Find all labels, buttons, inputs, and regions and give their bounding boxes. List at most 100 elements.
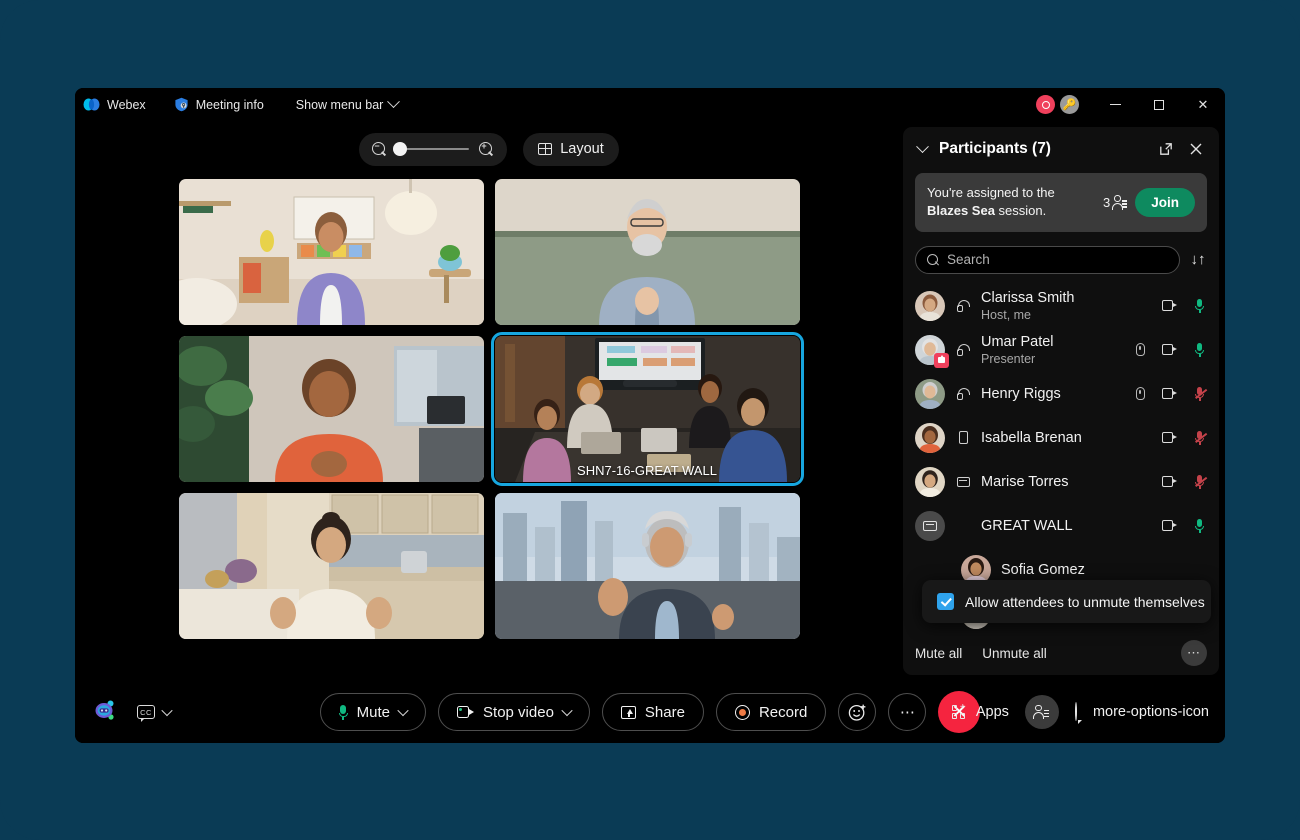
video-status[interactable] — [1155, 520, 1185, 532]
zoom-out-icon[interactable]: − — [372, 141, 387, 157]
headset-icon — [957, 300, 970, 313]
control-bar-right: + Apps more-options-icon — [951, 695, 1209, 729]
mic-status[interactable] — [1185, 474, 1215, 489]
window-body: − + Layout SHN7-16-GREAT WALL Participan… — [75, 121, 1225, 681]
participant-identity: Umar Patel Presenter — [981, 333, 1115, 367]
desk-device-icon — [956, 476, 970, 487]
sort-participants-button[interactable]: ↓↑ — [1189, 251, 1207, 268]
device-type-icon — [955, 388, 971, 401]
record-button[interactable]: Record — [715, 693, 827, 731]
minimize-button[interactable] — [1093, 88, 1137, 121]
participant-name: Clarissa Smith — [981, 289, 1075, 306]
participant-identity: Isabella Brenan — [981, 429, 1115, 447]
participant-row[interactable]: Umar Patel Presenter — [915, 328, 1215, 372]
avatar-image — [915, 466, 945, 497]
apps-button[interactable]: + Apps — [951, 703, 1009, 720]
participant-row[interactable]: Isabella Brenan — [915, 416, 1215, 460]
allow-unmute-tooltip[interactable]: Allow attendees to unmute themselves — [922, 580, 1211, 623]
checkbox-checked-icon[interactable] — [937, 593, 954, 610]
breakout-session-banner: You're assigned to the Blazes Sea sessio… — [915, 173, 1207, 232]
mic-status[interactable] — [1185, 386, 1215, 401]
mic-status[interactable] — [1185, 518, 1215, 533]
video-status[interactable] — [1155, 432, 1185, 444]
mute-button[interactable]: Mute — [319, 693, 427, 731]
video-feed — [178, 179, 484, 325]
join-breakout-button[interactable]: Join — [1135, 187, 1195, 217]
mic-status[interactable] — [1185, 342, 1215, 357]
webex-brand[interactable]: Webex — [83, 88, 146, 121]
share-button[interactable]: Share — [601, 693, 704, 731]
participant-identity: Clarissa Smith Host, me — [981, 289, 1115, 323]
mute-all-button[interactable]: Mute all — [915, 646, 962, 661]
remote-control-status[interactable] — [1125, 343, 1155, 357]
video-tile[interactable] — [494, 493, 800, 639]
avatar-image — [915, 422, 945, 453]
chevron-down-icon[interactable] — [561, 704, 573, 717]
search-input[interactable] — [947, 252, 1168, 268]
zoom-slider-handle[interactable] — [393, 142, 408, 156]
reactions-button[interactable] — [838, 693, 877, 731]
avatar — [915, 290, 945, 321]
participants-list[interactable]: Clarissa Smith Host, me Umar Patel Prese… — [903, 284, 1219, 631]
encryption-key-icon[interactable]: 🔑 — [1060, 95, 1079, 114]
video-feed — [178, 493, 484, 639]
video-tile[interactable] — [178, 179, 484, 325]
search-box[interactable] — [915, 245, 1180, 274]
collapse-panel-button[interactable] — [913, 139, 931, 158]
camera-on-icon — [1162, 432, 1178, 444]
recording-indicator-icon[interactable] — [1036, 95, 1055, 114]
more-panels-button[interactable]: more-options-icon — [1093, 704, 1209, 720]
ai-assistant-button[interactable] — [93, 699, 117, 726]
participant-status-icons — [1125, 298, 1215, 313]
unmute-all-button[interactable]: Unmute all — [982, 646, 1047, 661]
participants-icon — [1033, 704, 1050, 720]
webex-app-window: Webex Meeting info Show menu bar 🔑 ✕ − +… — [75, 88, 1225, 743]
meeting-info-label: Meeting info — [195, 97, 264, 112]
show-menu-bar-button[interactable]: Show menu bar — [296, 88, 401, 121]
chat-panel-button[interactable] — [1074, 702, 1077, 721]
video-tile-active-speaker[interactable]: SHN7-16-GREAT WALL — [490, 332, 804, 486]
pop-out-panel-button[interactable] — [1155, 138, 1177, 160]
meeting-info-button[interactable]: Meeting info — [174, 88, 264, 121]
participant-name: Umar Patel — [981, 333, 1054, 350]
zoom-control[interactable]: − + — [359, 132, 508, 166]
microphone-muted-icon — [1195, 430, 1207, 445]
chevron-down-icon — [387, 95, 401, 109]
title-bar: Webex Meeting info Show menu bar 🔑 ✕ — [75, 88, 1225, 121]
chevron-down-icon[interactable] — [397, 704, 409, 717]
breakout-text-before: You're assigned to the — [927, 185, 1055, 200]
video-tile[interactable] — [178, 493, 484, 639]
video-status[interactable] — [1155, 300, 1185, 312]
captions-button[interactable]: CC — [137, 704, 173, 722]
panel-more-options-button[interactable]: ⋯ — [1181, 640, 1207, 666]
more-options-button[interactable]: ⋯ — [888, 693, 927, 731]
mic-status[interactable] — [1185, 430, 1215, 445]
video-status[interactable] — [1155, 388, 1185, 400]
video-tile[interactable] — [178, 336, 484, 482]
camera-on-icon — [1162, 388, 1178, 400]
mic-status[interactable] — [1185, 298, 1215, 313]
close-window-button[interactable]: ✕ — [1181, 88, 1225, 121]
participant-row[interactable]: Marise Torres — [915, 460, 1215, 504]
zoom-slider[interactable] — [393, 142, 470, 156]
maximize-button[interactable] — [1137, 88, 1181, 121]
grid-icon — [538, 143, 553, 155]
breakout-session-text: You're assigned to the Blazes Sea sessio… — [927, 184, 1095, 221]
video-feed — [494, 336, 800, 482]
headset-icon — [957, 344, 970, 357]
participant-row-room-device[interactable]: GREAT WALL — [915, 504, 1215, 548]
camera-on-icon — [1162, 476, 1178, 488]
video-status[interactable] — [1155, 344, 1185, 356]
participants-panel-button[interactable] — [1024, 695, 1059, 729]
participant-row[interactable]: Clarissa Smith Host, me — [915, 284, 1215, 328]
zoom-in-icon[interactable]: + — [479, 141, 494, 157]
video-status[interactable] — [1155, 476, 1185, 488]
participant-status-icons — [1125, 518, 1215, 533]
remote-control-status[interactable] — [1125, 387, 1155, 401]
video-tile[interactable] — [494, 179, 800, 325]
close-panel-button[interactable] — [1185, 138, 1207, 160]
stop-video-button[interactable]: Stop video — [438, 693, 590, 731]
microphone-unmuted-icon — [1195, 298, 1205, 313]
participant-row[interactable]: Henry Riggs — [915, 372, 1215, 416]
layout-button[interactable]: Layout — [523, 132, 619, 166]
